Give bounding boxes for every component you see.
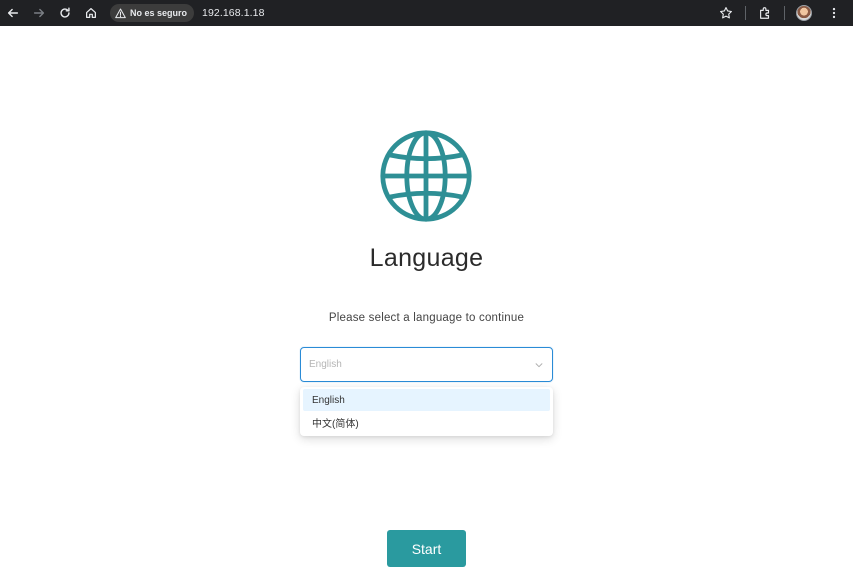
- option-label: 中文(简体): [312, 418, 359, 430]
- toolbar-divider: [745, 6, 746, 20]
- omnibox[interactable]: No es seguro 192.168.1.18: [110, 2, 720, 24]
- start-button[interactable]: Start: [387, 530, 466, 567]
- star-icon[interactable]: [711, 0, 741, 26]
- security-label: No es seguro: [130, 8, 188, 18]
- avatar: [796, 5, 812, 21]
- chevron-down-icon: [535, 362, 543, 367]
- language-option-english[interactable]: English: [303, 389, 550, 411]
- browser-toolbar: No es seguro 192.168.1.18: [0, 0, 853, 26]
- back-icon[interactable]: [0, 0, 26, 26]
- forward-icon[interactable]: [26, 0, 52, 26]
- globe-icon: [380, 130, 472, 222]
- home-icon[interactable]: [78, 0, 104, 26]
- more-menu-icon[interactable]: [819, 0, 849, 26]
- language-page: Language Please select a language to con…: [0, 26, 853, 577]
- language-select[interactable]: English: [300, 347, 553, 382]
- language-option-chinese[interactable]: 中文(简体): [303, 411, 550, 433]
- language-select-value: English: [309, 359, 342, 370]
- security-chip[interactable]: No es seguro: [110, 4, 195, 22]
- option-label: English: [312, 394, 345, 406]
- page-subtitle: Please select a language to continue: [328, 312, 525, 324]
- toolbar-divider: [784, 6, 785, 20]
- page-title: Language: [369, 244, 484, 272]
- warning-icon: [115, 8, 126, 18]
- language-dropdown: English 中文(简体): [300, 387, 553, 436]
- reload-icon[interactable]: [52, 0, 78, 26]
- profile-avatar[interactable]: [789, 0, 819, 26]
- extensions-icon[interactable]: [750, 0, 780, 26]
- url-text[interactable]: 192.168.1.18: [202, 7, 265, 19]
